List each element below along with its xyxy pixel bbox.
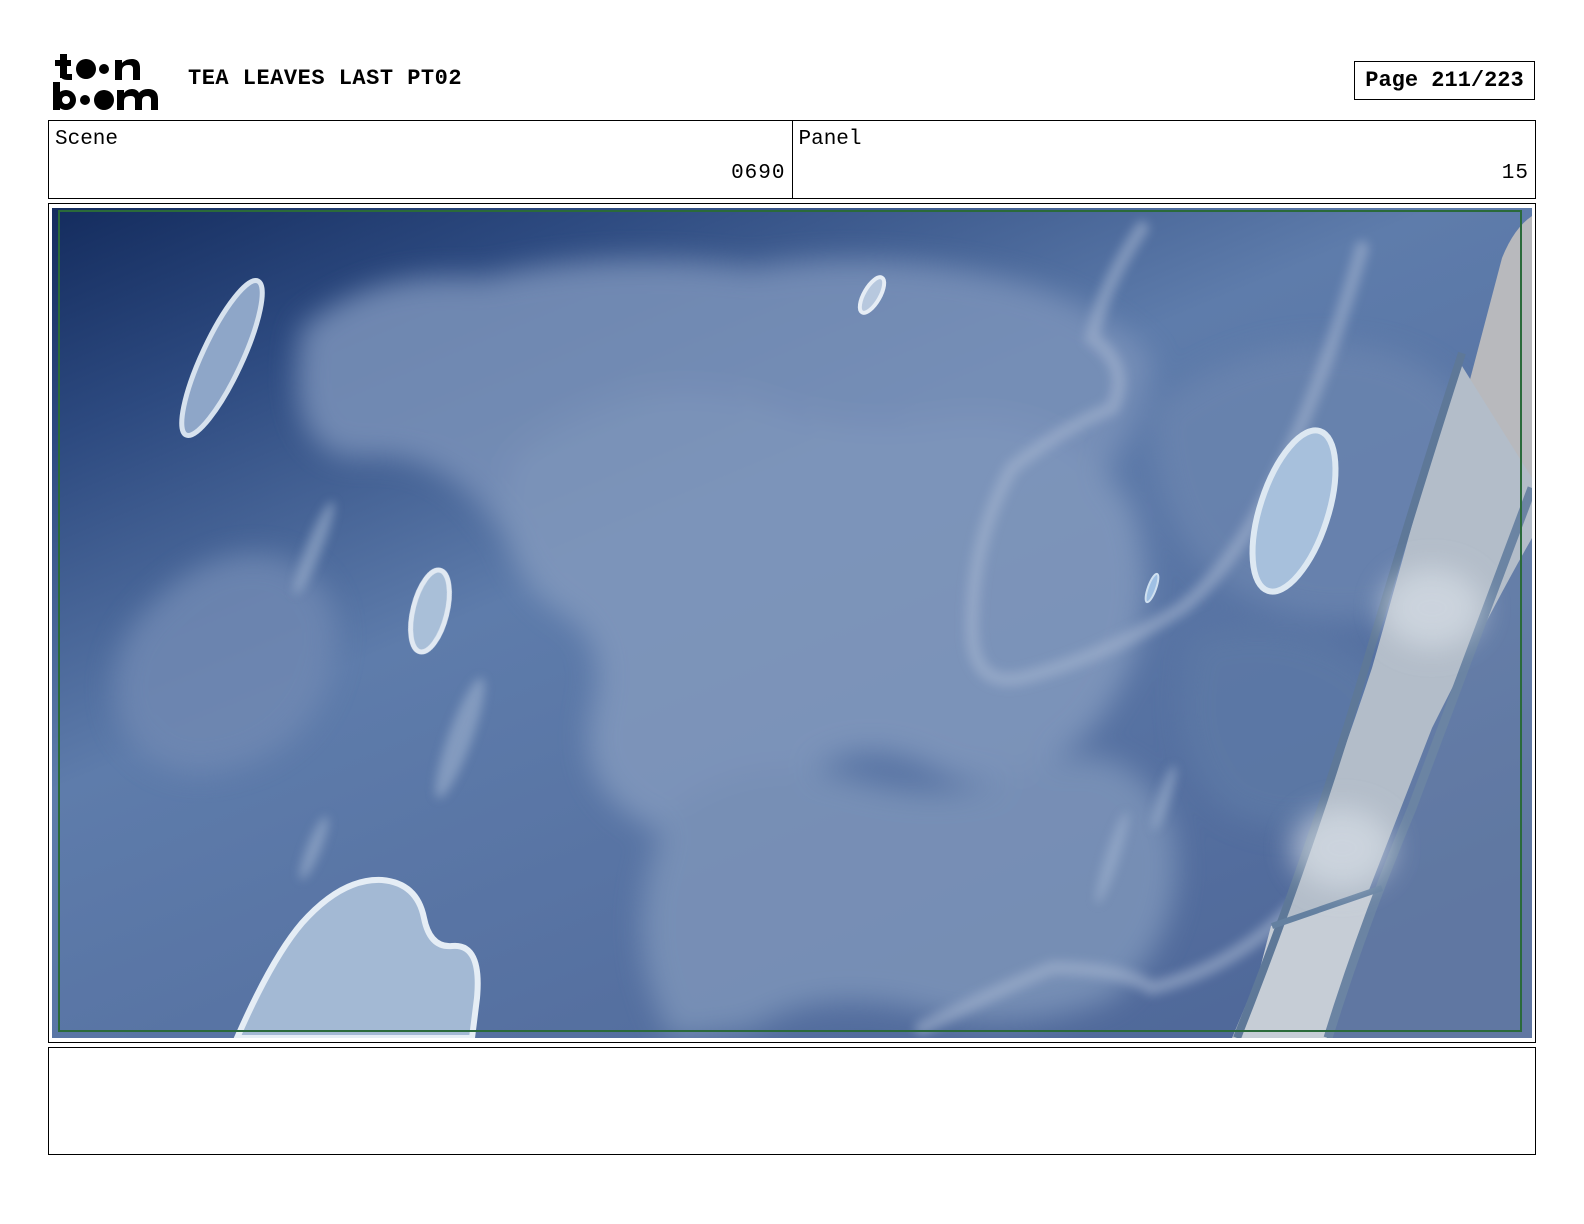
panel-label: Panel <box>798 128 862 151</box>
project-title: TEA LEAVES LAST PT02 <box>188 66 463 91</box>
panel-number: 15 <box>1501 162 1529 185</box>
scene-panel-info-bar: Scene 0690 Panel 15 <box>48 120 1536 199</box>
panel-artwork <box>52 208 1532 1038</box>
page-indicator: Page 211/223 <box>1354 61 1535 100</box>
scene-cell: Scene 0690 <box>49 121 792 198</box>
toon-boom-logo <box>53 54 158 110</box>
scene-label: Scene <box>55 128 119 151</box>
notes-box <box>48 1047 1536 1155</box>
scene-number: 0690 <box>731 162 786 185</box>
panel-cell: Panel 15 <box>791 121 1536 198</box>
